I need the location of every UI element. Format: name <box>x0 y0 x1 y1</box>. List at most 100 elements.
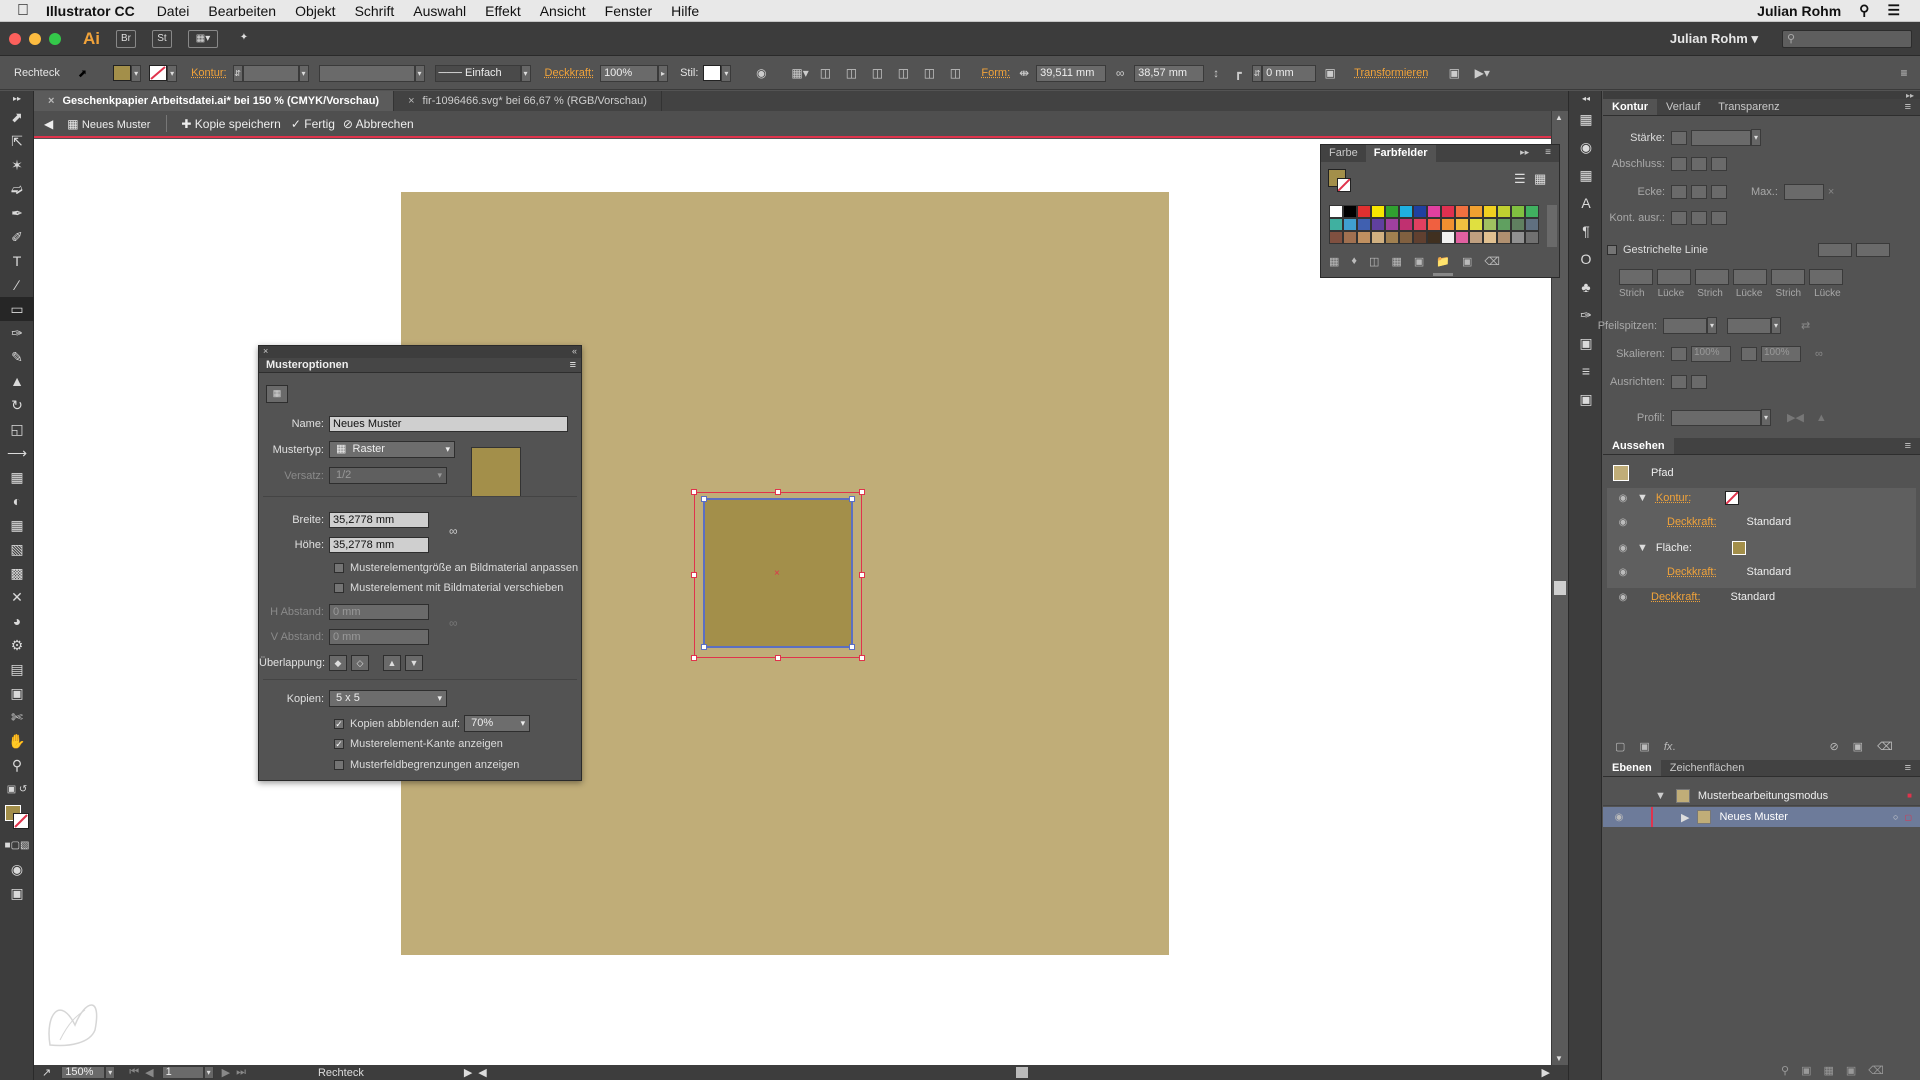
scroll-up-icon[interactable]: ▲ <box>1555 113 1563 122</box>
tab-fir-svg[interactable]: × fir-1096466.svg* bei 66,67 % (RGB/Vorsc… <box>394 91 662 111</box>
dim-copies-checkbox[interactable]: ✓ <box>334 718 344 729</box>
zoom-tool-icon[interactable]: ⚲ <box>0 753 34 777</box>
tab-verlauf[interactable]: Verlauf <box>1657 99 1709 115</box>
appearance-fill-label[interactable]: Fläche: <box>1656 542 1692 554</box>
preserve-dash-button[interactable] <box>1818 243 1852 257</box>
color-swatch[interactable] <box>1413 218 1427 231</box>
fx-icon[interactable]: fx. <box>1664 741 1676 753</box>
clear-appearance-icon[interactable]: ⊘ <box>1829 740 1838 753</box>
stroke-swatch[interactable] <box>149 65 168 81</box>
flip-along-icon[interactable]: ▶◀ <box>1787 411 1804 424</box>
mesh-tool-icon[interactable]: ▧ <box>0 537 34 561</box>
color-swatch[interactable] <box>1385 205 1399 218</box>
dim-copies-select[interactable]: 70% <box>464 715 531 732</box>
color-swatch[interactable] <box>1357 205 1371 218</box>
new-swatch-icon[interactable]: ▣ <box>1462 255 1472 268</box>
panel-titlebar[interactable]: × « <box>259 346 581 358</box>
scale-end-stepper[interactable] <box>1741 347 1757 361</box>
menu-effekt[interactable]: Effekt <box>485 3 521 19</box>
stock-search-input[interactable]: ⚲ <box>1782 29 1912 48</box>
weight-dropdown[interactable]: ▾ <box>1751 129 1761 146</box>
align-right-icon[interactable]: ◫ <box>869 66 885 80</box>
new-color-group-icon[interactable]: ▦ <box>1391 255 1401 268</box>
slice-tool-icon[interactable]: ✄ <box>0 705 34 729</box>
graphic-style-swatch[interactable] <box>703 65 722 81</box>
pattern-type-select[interactable]: ▦ Raster <box>329 441 455 458</box>
rotate-tool-icon[interactable]: ↻ <box>0 393 34 417</box>
color-swatch[interactable] <box>1399 205 1413 218</box>
menu-schrift[interactable]: Schrift <box>355 3 395 19</box>
color-swatch[interactable] <box>1469 205 1483 218</box>
color-swatch[interactable] <box>1329 231 1343 244</box>
close-panel-icon[interactable]: × <box>263 346 268 356</box>
end-arrow-select[interactable] <box>1727 317 1771 334</box>
layer-row-new-pattern[interactable]: ◉ ▶ Neues Muster ○ ▢ <box>1603 807 1920 827</box>
character-icon[interactable]: A <box>1569 189 1603 217</box>
magic-wand-tool-icon[interactable]: ✶ <box>0 153 34 177</box>
variable-width-dropdown[interactable]: ▾ <box>414 64 425 82</box>
stroke-weight-dropdown[interactable]: ▾ <box>298 64 309 82</box>
color-swatch[interactable] <box>1497 231 1511 244</box>
appearance-fill-swatch[interactable] <box>1731 541 1746 555</box>
stroke-dropdown[interactable]: ▾ <box>167 64 178 82</box>
offset-select[interactable]: 1/2 <box>329 467 447 484</box>
scroll-left-icon[interactable]: ◀ <box>478 1066 486 1079</box>
weight-stepper[interactable] <box>1671 130 1687 145</box>
round-cap-button[interactable] <box>1691 157 1707 171</box>
opacity-field[interactable]: 100% <box>600 64 659 82</box>
delete-layer-icon[interactable]: ⌫ <box>1868 1064 1884 1077</box>
color-swatch[interactable] <box>1357 218 1371 231</box>
perspective-grid-tool-icon[interactable]: ▦ <box>0 513 34 537</box>
swatches-icon[interactable]: ▦ <box>1569 161 1603 189</box>
locate-object-icon[interactable]: ⚲ <box>1781 1064 1789 1077</box>
color-swatch[interactable] <box>1329 205 1343 218</box>
fill-opacity-label[interactable]: Deckkraft: <box>1667 566 1717 578</box>
form-label[interactable]: Form: <box>981 67 1010 79</box>
spotlight-icon[interactable]: ⚲ <box>1859 2 1869 19</box>
color-swatch[interactable] <box>1371 231 1385 244</box>
transform-link[interactable]: Transformieren <box>1354 67 1428 79</box>
anchor-point[interactable] <box>701 644 707 650</box>
add-stroke-icon[interactable]: ▢ <box>1615 740 1625 753</box>
thumbnail-view-icon[interactable]: ▦ <box>1534 171 1546 187</box>
make-clip-mask-icon[interactable]: ▣ <box>1801 1064 1811 1077</box>
arrow-extend-button[interactable] <box>1671 375 1687 389</box>
menu-ansicht[interactable]: Ansicht <box>540 3 586 19</box>
expand-layer-icon[interactable]: ▼ <box>1655 790 1666 802</box>
resize-handle[interactable] <box>691 572 697 578</box>
tab-ebenen[interactable]: Ebenen <box>1603 760 1661 776</box>
visibility-eye-icon[interactable]: ◉ <box>1615 517 1631 528</box>
color-swatch[interactable] <box>1329 218 1343 231</box>
tile-height-input[interactable]: 35,2778 mm <box>329 537 429 553</box>
anchor-point[interactable] <box>849 496 855 502</box>
zoom-dropdown[interactable]: ▾ <box>105 1066 116 1079</box>
panel-menu-icon[interactable]: ≡ <box>1896 66 1912 80</box>
align-icon[interactable]: ≡ <box>1569 357 1603 385</box>
expand-sublayer-icon[interactable]: ▶ <box>1681 811 1689 824</box>
zoom-level-field[interactable]: 150% <box>61 1066 106 1079</box>
curvature-tool-icon[interactable]: ✐ <box>0 225 34 249</box>
profile-dropdown[interactable]: ▾ <box>1761 409 1771 426</box>
menu-auswahl[interactable]: Auswahl <box>413 3 466 19</box>
show-swatch-bounds-checkbox[interactable] <box>334 760 344 770</box>
resize-handle[interactable] <box>691 489 697 495</box>
scrollbar-thumb[interactable] <box>1554 581 1566 595</box>
delete-swatch-icon[interactable]: ⌫ <box>1484 255 1500 268</box>
weight-field[interactable] <box>1691 129 1751 146</box>
menu-datei[interactable]: Datei <box>157 3 190 19</box>
align-hcenter-icon[interactable]: ◫ <box>843 66 859 80</box>
color-swatch[interactable] <box>1413 231 1427 244</box>
object-opacity-label[interactable]: Deckkraft: <box>1651 591 1701 603</box>
panel-collapse-bar[interactable]: ▸▸ <box>1603 91 1920 100</box>
pathfinder-icon[interactable]: ▣ <box>1569 385 1603 413</box>
tab-transparenz[interactable]: Transparenz <box>1709 99 1788 115</box>
color-swatch[interactable] <box>1497 205 1511 218</box>
shape-builder-tool-icon[interactable]: ◐ <box>0 489 34 513</box>
stroke-weight-field[interactable] <box>242 64 299 82</box>
scroll-down-icon[interactable]: ▼ <box>1555 1054 1563 1063</box>
brush-definition-field[interactable]: ─── Einfach <box>434 64 521 82</box>
align-top-icon[interactable]: ◫ <box>895 66 911 80</box>
overlap-right-icon[interactable]: ◇ <box>351 655 369 671</box>
zoom-window-icon[interactable] <box>49 32 61 45</box>
color-swatch[interactable] <box>1455 218 1469 231</box>
